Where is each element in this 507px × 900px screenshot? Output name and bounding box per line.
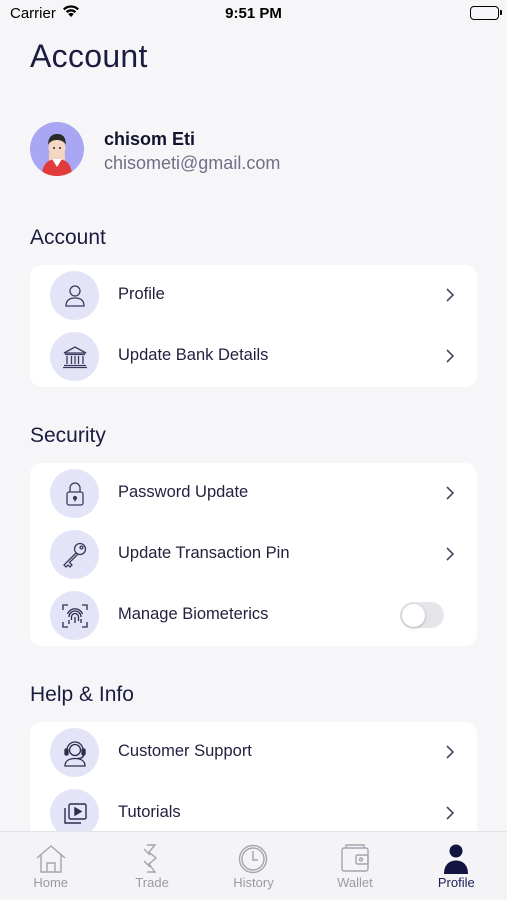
tab-profile[interactable]: Profile (406, 832, 507, 900)
profile-label: Profile (118, 285, 165, 303)
chevron-right-icon (446, 547, 455, 561)
tab-label: History (233, 875, 274, 890)
trade-icon (143, 844, 158, 873)
page-title: Account (30, 38, 148, 74)
user-name: chisom Eti (104, 129, 196, 149)
tab-label: Profile (437, 875, 475, 890)
tab-wallet[interactable]: Wallet (304, 832, 405, 900)
person-icon (444, 844, 469, 874)
user-header: chisom Eti chisometi@gmail.com (30, 122, 470, 176)
fingerprint-icon (50, 591, 99, 640)
chevron-right-icon (446, 349, 455, 363)
battery-icon (470, 6, 502, 20)
profile-row[interactable]: Profile (30, 265, 477, 326)
tab-history[interactable]: History (203, 832, 304, 900)
tab-label: Trade (135, 875, 169, 890)
customer-support-row[interactable]: Customer Support (30, 722, 477, 783)
headset-icon (50, 728, 99, 777)
bank-icon (50, 332, 99, 381)
chevron-right-icon (446, 745, 455, 759)
key-icon (50, 530, 99, 579)
tab-home[interactable]: Home (0, 832, 101, 900)
tab-bar: Home Trade History Wallet Profile (0, 831, 507, 900)
user-email: chisometi@gmail.com (104, 153, 281, 173)
chevron-right-icon (446, 288, 455, 302)
password-update-row[interactable]: Password Update (30, 463, 477, 524)
lock-icon (50, 469, 99, 518)
help-card: Customer Support Tutorials (30, 722, 477, 844)
password-update-label: Password Update (118, 483, 249, 501)
home-icon (36, 845, 66, 873)
security-card: Password Update Update Transaction Pin M… (30, 463, 477, 646)
update-bank-details-row[interactable]: Update Bank Details (30, 326, 477, 387)
status-bar: Carrier 9:51 PM (0, 0, 507, 28)
customer-support-label: Customer Support (118, 742, 252, 760)
update-transaction-pin-label: Update Transaction Pin (118, 544, 290, 562)
account-card: Profile Update Bank Details (30, 265, 477, 387)
user-outline-icon (50, 271, 99, 320)
tab-label: Wallet (337, 875, 373, 890)
tutorials-label: Tutorials (118, 803, 181, 821)
update-bank-details-label: Update Bank Details (118, 346, 269, 364)
chevron-right-icon (446, 806, 455, 820)
biometrics-toggle[interactable] (400, 602, 444, 628)
clock-icon (239, 844, 268, 874)
clock-time: 9:51 PM (225, 5, 282, 22)
toggle-knob (401, 603, 425, 627)
section-title-security: Security (30, 424, 106, 447)
chevron-right-icon (446, 486, 455, 500)
avatar (30, 122, 84, 176)
update-transaction-pin-row[interactable]: Update Transaction Pin (30, 524, 477, 585)
manage-biometrics-label: Manage Biometerics (118, 605, 269, 623)
wallet-icon (341, 844, 369, 872)
tab-trade[interactable]: Trade (101, 832, 202, 900)
section-title-help: Help & Info (30, 683, 134, 706)
manage-biometrics-row: Manage Biometerics (30, 585, 477, 646)
tab-label: Home (33, 875, 69, 890)
section-title-account: Account (30, 226, 106, 249)
